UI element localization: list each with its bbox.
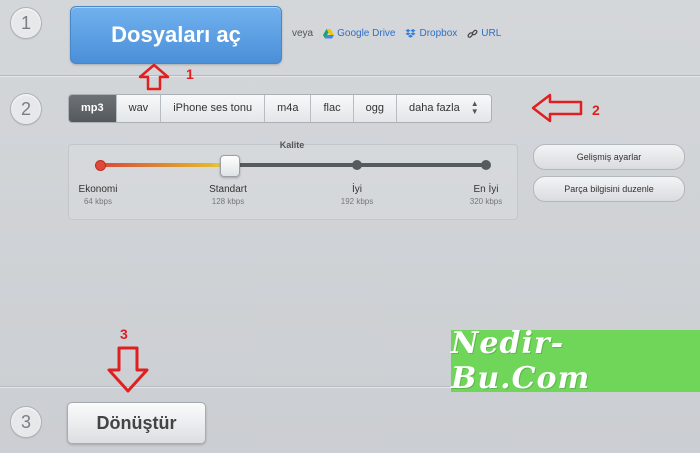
quality-stop-economy[interactable]	[95, 160, 106, 171]
format-m4a[interactable]: m4a	[264, 95, 310, 122]
quality-stop-best[interactable]	[481, 160, 491, 170]
google-drive-link[interactable]: Google Drive	[323, 28, 395, 39]
dropbox-label: Dropbox	[419, 28, 458, 39]
step-1-indicator: 1	[10, 7, 42, 39]
google-drive-label: Google Drive	[337, 28, 396, 39]
advanced-settings-button[interactable]: Gelişmiş ayarlar	[533, 144, 685, 170]
annotation-number-3: 3	[120, 326, 128, 342]
format-flac[interactable]: flac	[310, 95, 352, 122]
file-sources: veya Google Drive Dropbox URL	[292, 28, 501, 39]
annotation-number-1: 1	[186, 66, 194, 82]
format-more-dropdown[interactable]: daha fazla ▲ ▼	[395, 95, 491, 122]
quality-bitrate-good: 192 kbps	[340, 197, 374, 206]
annotation-arrow-left-icon	[531, 93, 583, 123]
format-iphone-ringtone[interactable]: iPhone ses tonu	[160, 95, 264, 122]
format-selector: mp3 wav iPhone ses tonu m4a flac ogg dah…	[68, 94, 492, 123]
annotation-arrow-up-icon	[138, 63, 170, 91]
divider-1	[0, 75, 700, 76]
quality-panel	[68, 144, 518, 220]
google-drive-icon	[323, 28, 335, 38]
quality-label-economy: Ekonomi 64 kbps	[58, 184, 138, 206]
quality-label-good: İyi 192 kbps	[317, 184, 397, 206]
quality-label-best: En İyi 320 kbps	[446, 184, 526, 206]
quality-slider-handle[interactable]	[219, 155, 240, 177]
step-2-indicator: 2	[10, 93, 42, 125]
quality-bitrate-best: 320 kbps	[469, 197, 503, 206]
dropbox-link[interactable]: Dropbox	[405, 28, 457, 39]
watermark-text: Nedir-Bu.Com	[451, 326, 591, 396]
format-ogg[interactable]: ogg	[352, 95, 396, 122]
quality-name-best: En İyi	[473, 184, 499, 195]
quality-title: Kalite	[279, 140, 305, 150]
quality-label-standard: Standart 128 kbps	[188, 184, 268, 206]
quality-stop-good[interactable]	[352, 160, 362, 170]
chain-link-icon	[467, 29, 478, 38]
or-text: veya	[292, 28, 314, 39]
convert-button[interactable]: Dönüştür	[67, 402, 206, 444]
format-mp3[interactable]: mp3	[69, 95, 116, 122]
edit-track-info-button[interactable]: Parça bilgisini duzenle	[533, 176, 685, 202]
quality-name-standard: Standart	[209, 184, 247, 195]
annotation-number-2: 2	[592, 102, 600, 118]
annotation-arrow-down-icon	[107, 346, 149, 393]
dropbox-icon	[405, 28, 416, 38]
up-down-chevron-icon: ▲ ▼	[470, 99, 479, 117]
step-3-indicator: 3	[10, 406, 42, 438]
quality-name-good: İyi	[352, 184, 362, 195]
watermark-banner: Nedir-Bu.Com	[451, 326, 700, 396]
open-files-button[interactable]: Dosyaları aç	[70, 6, 282, 64]
quality-name-economy: Ekonomi	[78, 184, 118, 195]
quality-slider-fill	[100, 163, 229, 167]
format-more-label: daha fazla	[408, 102, 460, 114]
quality-bitrate-economy: 64 kbps	[83, 197, 113, 206]
quality-bitrate-standard: 128 kbps	[211, 197, 245, 206]
format-wav[interactable]: wav	[115, 95, 161, 122]
url-label: URL	[481, 28, 502, 39]
url-link[interactable]: URL	[467, 28, 501, 39]
